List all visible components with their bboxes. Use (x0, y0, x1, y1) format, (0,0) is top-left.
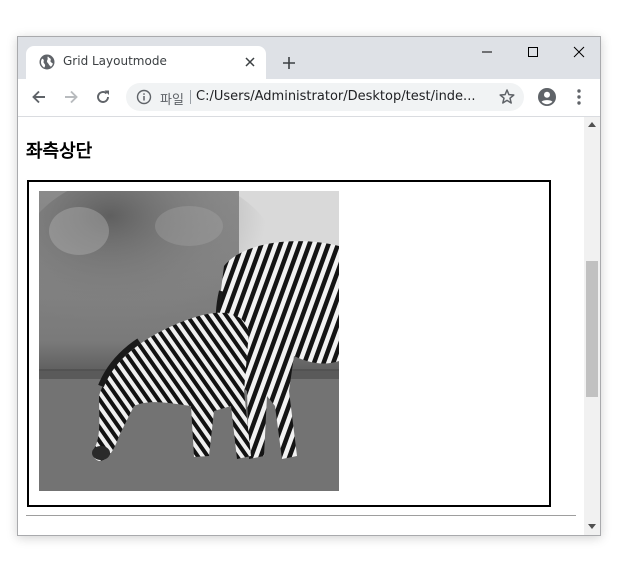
address-bar[interactable]: 파일 C:/Users/Administrator/Desktop/test/i… (126, 83, 524, 111)
scroll-up-arrow-icon[interactable] (588, 122, 596, 127)
plus-icon[interactable] (278, 52, 300, 74)
file-scheme-label: 파일 (160, 93, 184, 108)
minimize-icon[interactable] (464, 37, 510, 67)
address-separator (190, 90, 191, 104)
globe-icon (39, 54, 55, 70)
scrollbar-thumb[interactable] (586, 261, 598, 397)
title-bar: Grid Layoutmode (18, 37, 600, 79)
scroll-down-arrow-icon[interactable] (588, 524, 596, 529)
browser-tab[interactable]: Grid Layoutmode (26, 46, 266, 79)
info-icon[interactable] (136, 89, 152, 105)
maximize-icon[interactable] (510, 37, 556, 67)
account-icon[interactable] (534, 84, 560, 110)
page-viewport: 좌측상단 (18, 117, 584, 535)
star-icon[interactable] (498, 88, 516, 106)
close-icon[interactable] (556, 37, 602, 67)
url-text[interactable]: C:/Users/Administrator/Desktop/test/inde… (196, 89, 486, 104)
browser-window: Grid Layoutmode 파일 C:/Users/Administrato… (17, 36, 601, 536)
tab-title: Grid Layoutmode (63, 54, 167, 68)
close-icon[interactable] (242, 54, 258, 70)
reload-icon[interactable] (90, 84, 116, 110)
zebra-photo (39, 191, 339, 491)
browser-toolbar: 파일 C:/Users/Administrator/Desktop/test/i… (18, 79, 600, 117)
kebab-menu-icon[interactable] (566, 84, 592, 110)
arrow-left-icon[interactable] (26, 84, 52, 110)
vertical-scrollbar[interactable] (584, 117, 600, 535)
grid-container (27, 180, 551, 507)
horizontal-rule (26, 515, 576, 516)
arrow-right-icon[interactable] (58, 84, 84, 110)
page-heading: 좌측상단 (26, 141, 93, 162)
